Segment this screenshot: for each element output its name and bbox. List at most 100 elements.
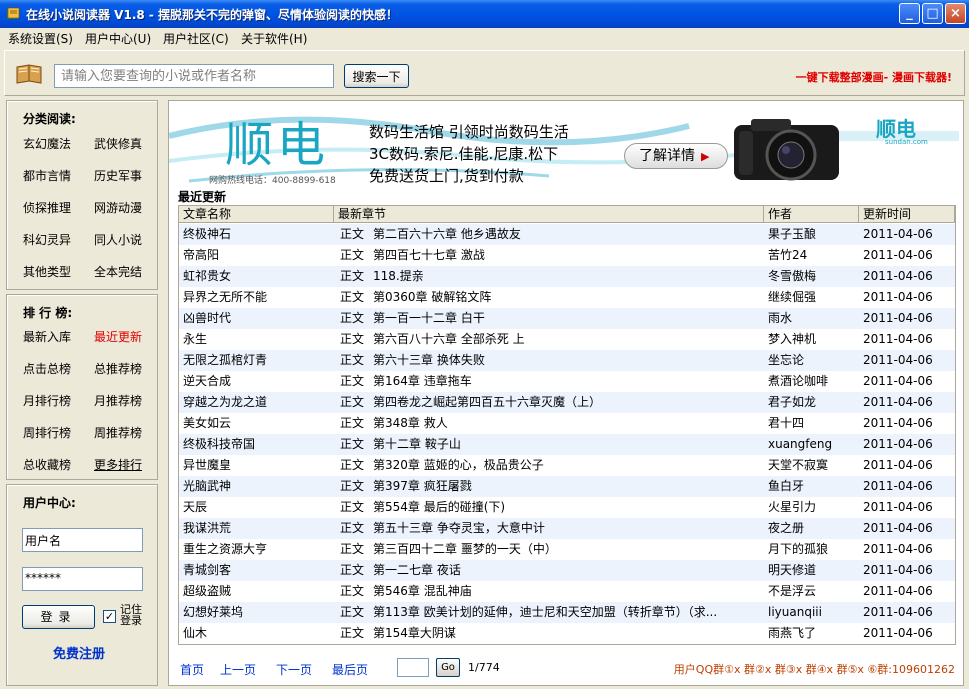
- first-page-link[interactable]: 首页: [180, 661, 204, 678]
- table-row[interactable]: 异世魔皇 正文 第320章 蓝姬的心，极品贵公子 天堂不寂寞 2011-04-06: [179, 455, 955, 476]
- col-book-name[interactable]: 文章名称: [179, 206, 334, 223]
- rank-week-recommend[interactable]: 周推荐榜: [94, 424, 142, 441]
- book-name[interactable]: 终极科技帝国: [183, 434, 333, 455]
- chapter-title[interactable]: 第四百七十七章 激战: [373, 245, 763, 266]
- category-game[interactable]: 网游动漫: [94, 199, 142, 216]
- book-name[interactable]: 我谋洪荒: [183, 518, 333, 539]
- rank-favorites[interactable]: 总收藏榜: [23, 456, 71, 473]
- table-row[interactable]: 凶兽时代 正文 第一百一十二章 白干 雨水 2011-04-06: [179, 308, 955, 329]
- author-name[interactable]: 煮酒论咖啡: [768, 371, 858, 392]
- chapter-title[interactable]: 第十二章 鞍子山: [373, 434, 763, 455]
- table-row[interactable]: 终极神石 正文 第二百六十六章 他乡遇故友 果子玉酿 2011-04-06: [179, 224, 955, 245]
- chapter-title[interactable]: 第一二七章 夜话: [373, 560, 763, 581]
- category-other[interactable]: 其他类型: [23, 263, 71, 280]
- menu-about[interactable]: 关于软件(H): [241, 30, 307, 47]
- book-name[interactable]: 青城剑客: [183, 560, 333, 581]
- author-name[interactable]: 雨水: [768, 308, 858, 329]
- menu-user-community[interactable]: 用户社区(C): [163, 30, 229, 47]
- chapter-title[interactable]: 第五十三章 争夺灵宝，大意中计: [373, 518, 763, 539]
- category-scifi[interactable]: 科幻灵异: [23, 231, 71, 248]
- table-row[interactable]: 重生之资源大亨 正文 第三百四十二章 噩梦的一天（中） 月下的孤狼 2011-04-06: [179, 539, 955, 560]
- table-row[interactable]: 天辰 正文 第554章 最后的碰撞(下) 火星引力 2011-04-06: [179, 497, 955, 518]
- book-name[interactable]: 天辰: [183, 497, 333, 518]
- author-name[interactable]: 天堂不寂寞: [768, 455, 858, 476]
- minimize-button[interactable]: _: [899, 3, 920, 24]
- rank-week[interactable]: 周排行榜: [23, 424, 71, 441]
- chapter-title[interactable]: 第348章 救人: [373, 413, 763, 434]
- rank-recent-update[interactable]: 最近更新: [94, 328, 142, 345]
- chapter-title[interactable]: 第一百一十二章 白干: [373, 308, 763, 329]
- table-row[interactable]: 我谋洪荒 正文 第五十三章 争夺灵宝，大意中计 夜之册 2011-04-06: [179, 518, 955, 539]
- search-button[interactable]: 搜索一下: [344, 64, 409, 88]
- menu-system-settings[interactable]: 系统设置(S): [8, 30, 73, 47]
- chapter-title[interactable]: 第113章 欧美计划的延伸，迪士尼和天空加盟（转折章节）（求...: [373, 602, 763, 623]
- ad-banner[interactable]: 顺电 数码生活馆 引领时尚数码生活 3C数码.索尼.佳能.尼康.松下 免费送货上…: [169, 101, 963, 187]
- rank-recommend-total[interactable]: 总推荐榜: [94, 360, 142, 377]
- book-name[interactable]: 终极神石: [183, 224, 333, 245]
- book-name[interactable]: 穿越之为龙之道: [183, 392, 333, 413]
- chapter-title[interactable]: 第154章大阴谋: [373, 623, 763, 644]
- chapter-title[interactable]: 第397章 疯狂屠戮: [373, 476, 763, 497]
- chapter-title[interactable]: 118.提亲: [373, 266, 763, 287]
- title-bar[interactable]: 在线小说阅读器 V1.8 - 摆脱那关不完的弹窗、尽情体验阅读的快感！ _ □ …: [0, 0, 969, 28]
- table-row[interactable]: 永生 正文 第六百八十六章 全部杀死 上梦入神机 2011-04-06: [179, 329, 955, 350]
- category-urban[interactable]: 都市言情: [23, 167, 71, 184]
- remember-checkbox[interactable]: ✓: [103, 610, 116, 623]
- author-name[interactable]: 雨燕飞了: [768, 623, 858, 644]
- col-author[interactable]: 作者: [764, 206, 859, 223]
- table-row[interactable]: 光脑武神 正文 第397章 疯狂屠戮 鱼白牙 2011-04-06: [179, 476, 955, 497]
- author-name[interactable]: 君子如龙: [768, 392, 858, 413]
- rank-newest[interactable]: 最新入库: [23, 328, 71, 345]
- chapter-title[interactable]: 第六百八十六章 全部杀死 上: [373, 329, 763, 350]
- author-name[interactable]: 夜之册: [768, 518, 858, 539]
- table-row[interactable]: 超级盗贼 正文 第546章 混乱神庙 不是浮云 2011-04-06: [179, 581, 955, 602]
- book-name[interactable]: 重生之资源大亨: [183, 539, 333, 560]
- chapter-title[interactable]: 第546章 混乱神庙: [373, 581, 763, 602]
- chapter-title[interactable]: 第四卷龙之崛起第四百五十六章灭魔（上）: [373, 392, 763, 413]
- author-name[interactable]: 火星引力: [768, 497, 858, 518]
- table-row[interactable]: 仙木 正文 第154章大阴谋 雨燕飞了 2011-04-06: [179, 623, 955, 644]
- chapter-title[interactable]: 第320章 蓝姬的心，极品贵公子: [373, 455, 763, 476]
- book-name[interactable]: 逆天合成: [183, 371, 333, 392]
- author-name[interactable]: 继续倔强: [768, 287, 858, 308]
- next-page-link[interactable]: 下一页: [276, 661, 312, 678]
- author-name[interactable]: 明天修道: [768, 560, 858, 581]
- author-name[interactable]: 梦入神机: [768, 329, 858, 350]
- category-history[interactable]: 历史军事: [94, 167, 142, 184]
- menu-user-center[interactable]: 用户中心(U): [85, 30, 151, 47]
- author-name[interactable]: liyuanqiii: [768, 602, 858, 623]
- table-row[interactable]: 穿越之为龙之道 正文 第四卷龙之崛起第四百五十六章灭魔（上） 君子如龙 2011-04-…: [179, 392, 955, 413]
- table-row[interactable]: 青城剑客 正文 第一二七章 夜话 明天修道 2011-04-06: [179, 560, 955, 581]
- author-name[interactable]: 君十四: [768, 413, 858, 434]
- password-field[interactable]: ******: [22, 567, 143, 591]
- chapter-title[interactable]: 第二百六十六章 他乡遇故友: [373, 224, 763, 245]
- book-name[interactable]: 永生: [183, 329, 333, 350]
- rank-month-recommend[interactable]: 月推荐榜: [94, 392, 142, 409]
- table-row[interactable]: 虹祁贵女 正文 118.提亲 冬雪傲梅 2011-04-06: [179, 266, 955, 287]
- author-name[interactable]: 坐忘论: [768, 350, 858, 371]
- page-number-input[interactable]: [397, 658, 429, 677]
- table-row[interactable]: 美女如云 正文 第348章 救人 君十四 2011-04-06: [179, 413, 955, 434]
- login-button[interactable]: 登录: [22, 605, 95, 629]
- chapter-title[interactable]: 第0360章 破解铭文阵: [373, 287, 763, 308]
- close-button[interactable]: ×: [945, 3, 966, 24]
- author-name[interactable]: 冬雪傲梅: [768, 266, 858, 287]
- category-detective[interactable]: 侦探推理: [23, 199, 71, 216]
- category-wuxia[interactable]: 武侠修真: [94, 135, 142, 152]
- book-name[interactable]: 幻想好莱坞: [183, 602, 333, 623]
- last-page-link[interactable]: 最后页: [332, 661, 368, 678]
- table-row[interactable]: 帝高阳 正文 第四百七十七章 激战 苦竹24 2011-04-06: [179, 245, 955, 266]
- author-name[interactable]: xuangfeng: [768, 434, 858, 455]
- book-name[interactable]: 超级盗贼: [183, 581, 333, 602]
- col-latest-chapter[interactable]: 最新章节: [334, 206, 764, 223]
- book-name[interactable]: 异界之无所不能: [183, 287, 333, 308]
- book-name[interactable]: 虹祁贵女: [183, 266, 333, 287]
- rank-more[interactable]: 更多排行: [94, 456, 142, 473]
- table-row[interactable]: 异界之无所不能 正文 第0360章 破解铭文阵 继续倔强 2011-04-06: [179, 287, 955, 308]
- category-completed[interactable]: 全本完结: [94, 263, 142, 280]
- table-row[interactable]: 逆天合成 正文 第164章 违章拖车 煮酒论咖啡 2011-04-06: [179, 371, 955, 392]
- manga-download-link[interactable]: 一键下载整部漫画- 漫画下载器!: [796, 69, 952, 85]
- banner-details-button[interactable]: 了解详情 ▶: [624, 143, 728, 169]
- author-name[interactable]: 鱼白牙: [768, 476, 858, 497]
- chapter-title[interactable]: 第六十三章 换体失败: [373, 350, 763, 371]
